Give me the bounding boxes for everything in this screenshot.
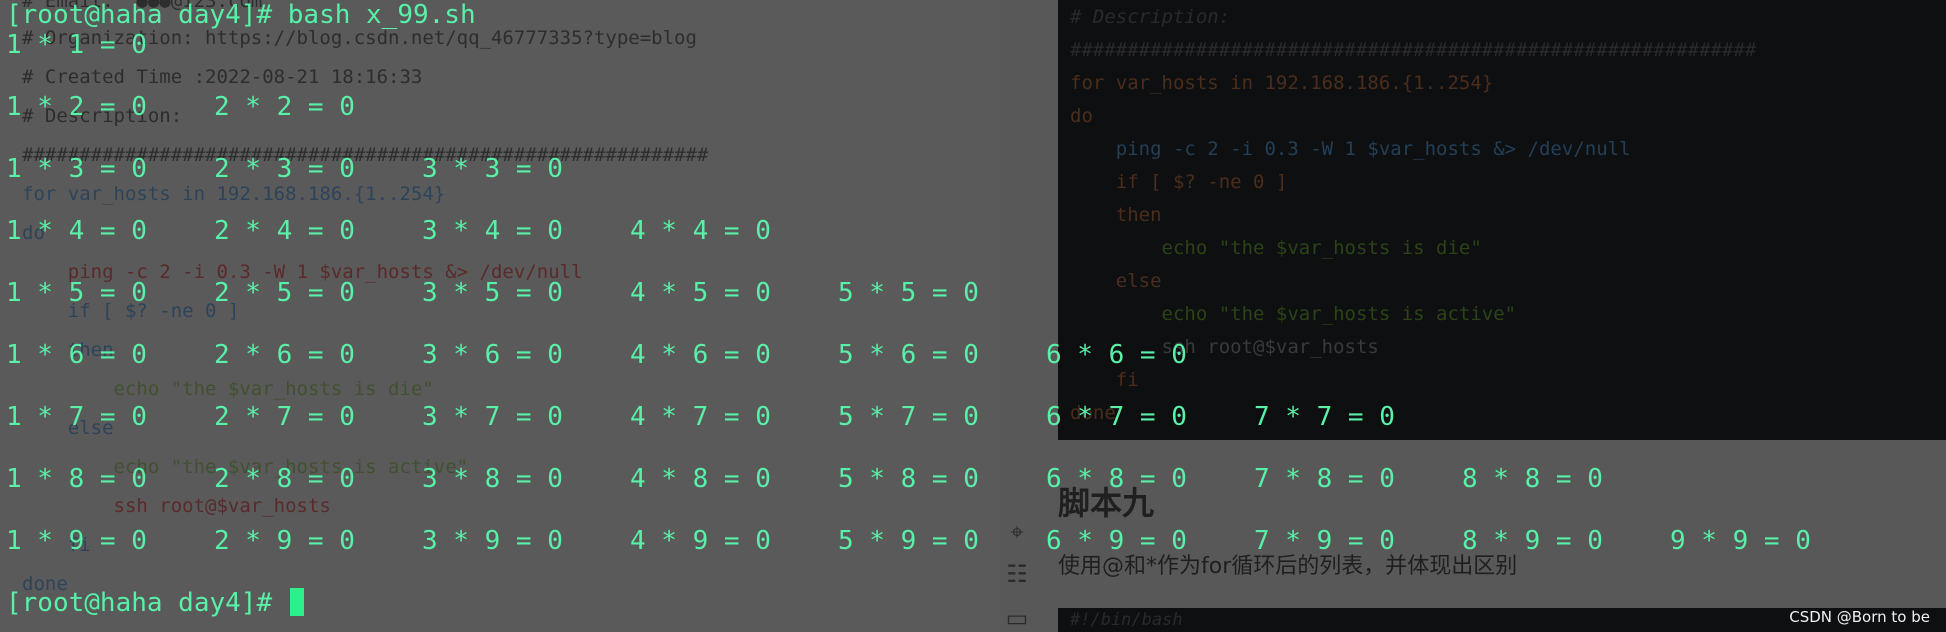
code-line-else: else	[22, 417, 114, 439]
code-line-echo-active: echo "the $var_hosts is active"	[22, 456, 469, 478]
code-line-org: # Organization: https://blog.csdn.net/qq…	[22, 27, 697, 49]
code-line-fi: fi	[22, 534, 91, 556]
code-line-for: for var_hosts in 192.168.186.{1..254}	[22, 183, 446, 205]
section-description: 使用@和*作为for循环后的列表，并体现出区别	[1058, 554, 1518, 579]
code-line-fi: fi	[1070, 369, 1139, 391]
target-icon[interactable]: ⌖	[1003, 518, 1031, 546]
code-line-created: # Created Time :2022-08-21 18:16:33	[22, 66, 423, 88]
code-line-echo-die: echo "the $var_hosts is die"	[22, 378, 434, 400]
code-line-ssh: ssh root@$var_hosts	[22, 495, 331, 517]
code-block-dark: # Description: #########################…	[1058, 0, 1946, 440]
code-line-else: else	[1070, 270, 1162, 292]
grid-icon[interactable]: ☷	[1003, 560, 1031, 588]
code-line-desc: # Description:	[22, 105, 183, 127]
code-line-done: done	[1070, 402, 1116, 424]
code-line-echo-active: echo "the $var_hosts is active"	[1070, 303, 1517, 325]
code-line-shebang: #!/bin/bash	[1070, 610, 1183, 630]
section-heading: 脚本九	[1058, 484, 1155, 522]
code-line-do: do	[22, 222, 45, 244]
blog-left-pane: # Email: ●●●@123.com # Organization: htt…	[0, 0, 1000, 632]
code-line-do: do	[1070, 105, 1093, 127]
code-line-ping: ping -c 2 -i 0.3 -W 1 $var_hosts &> /dev…	[1070, 138, 1631, 160]
code-line-then: then	[22, 339, 114, 361]
code-line-done: done	[22, 573, 68, 595]
code-line-hashes: ########################################…	[1070, 39, 1757, 61]
code-line-if: if [ $? -ne 0 ]	[22, 300, 240, 322]
monitor-icon[interactable]: ▭	[1003, 604, 1031, 632]
code-line-echo-die: echo "the $var_hosts is die"	[1070, 237, 1482, 259]
code-line-ping: ping -c 2 -i 0.3 -W 1 $var_hosts &> /dev…	[22, 261, 583, 283]
code-line-ssh: ssh root@$var_hosts	[1070, 336, 1379, 358]
code-line-if: if [ $? -ne 0 ]	[1070, 171, 1288, 193]
code-line-for: for var_hosts in 192.168.186.{1..254}	[1070, 72, 1494, 94]
code-line-hashes: ########################################…	[22, 144, 709, 166]
watermark: CSDN @Born to be	[1789, 608, 1930, 626]
code-line-then: then	[1070, 204, 1162, 226]
code-line-email: # Email: ●●●@123.com	[22, 0, 263, 12]
code-line-desc: # Description:	[1070, 6, 1231, 28]
